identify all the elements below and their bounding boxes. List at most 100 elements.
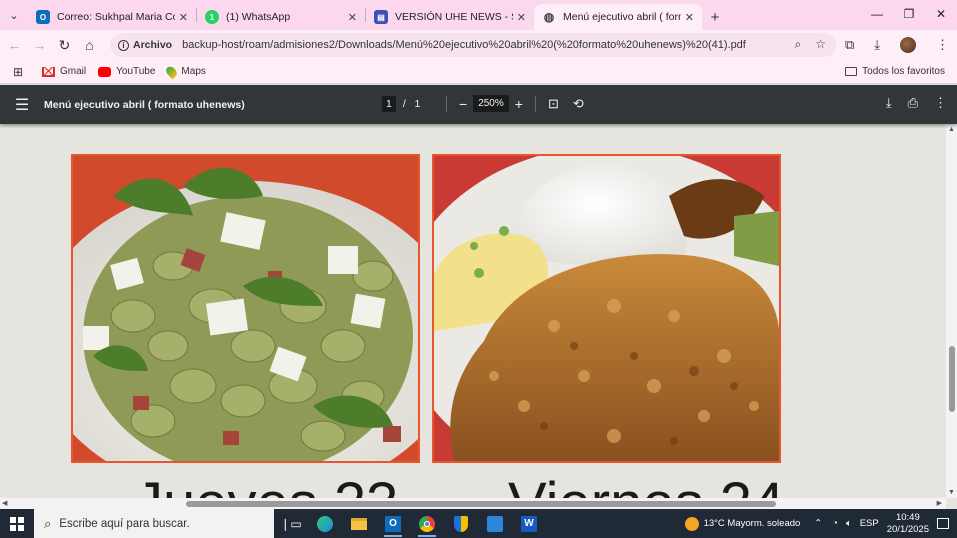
- reload-icon: ↻: [58, 36, 71, 53]
- tab-pdf-active[interactable]: ◍ Menú ejecutivo abril ( formato ✕: [534, 4, 702, 30]
- restore-button[interactable]: ❐: [893, 0, 925, 28]
- avatar[interactable]: [900, 37, 916, 53]
- download-icon[interactable]: ⤓: [874, 37, 880, 53]
- scroll-right-icon[interactable]: ▶: [937, 499, 942, 507]
- task-view-button[interactable]: ❘▭: [274, 509, 308, 538]
- day-heading-left: Jueves 23: [134, 470, 398, 498]
- task-view-icon: ❘▭: [280, 516, 302, 531]
- bookmark-youtube[interactable]: YouTube: [98, 66, 155, 77]
- tab-title: VERSIÓN UHE NEWS - Sitio web: [395, 11, 513, 23]
- back-button[interactable]: ←: [2, 37, 27, 53]
- menu-icon[interactable]: ☰: [0, 95, 44, 115]
- taskbar-whiteboard[interactable]: [478, 509, 512, 538]
- scroll-left-icon[interactable]: ◀: [2, 499, 7, 507]
- tab-search-button[interactable]: ⌄: [0, 0, 28, 30]
- windows-taskbar: ⌕ Escribe aquí para buscar. ❘▭ O W 13°C …: [0, 509, 957, 538]
- download-icon[interactable]: ⤓: [886, 95, 892, 111]
- weather-sun-icon: [684, 516, 699, 531]
- info-icon: i: [118, 39, 129, 51]
- chevron-up-icon[interactable]: ⌃: [814, 518, 822, 529]
- taskbar-edge[interactable]: [308, 509, 342, 538]
- reload-button[interactable]: ↻: [52, 37, 77, 54]
- taskbar-search-box[interactable]: ⌕ Escribe aquí para buscar.: [34, 509, 274, 538]
- minimize-button[interactable]: —: [861, 0, 893, 28]
- home-button[interactable]: ⌂: [77, 37, 102, 53]
- tab-outlook[interactable]: O Correo: Sukhpal Maria Cobo Vi ✕: [28, 4, 196, 30]
- start-button[interactable]: [0, 509, 34, 538]
- address-bar[interactable]: i Archivo backup-host/roam/admisiones2/Do…: [110, 33, 836, 57]
- arrow-right-icon: →: [32, 37, 47, 53]
- taskbar-word[interactable]: W: [512, 509, 546, 538]
- rotate-icon[interactable]: ⟲: [573, 96, 584, 112]
- gmail-icon: [42, 66, 55, 77]
- bookmark-star-icon[interactable]: ☆: [815, 37, 826, 52]
- globe-icon: ◍: [543, 10, 555, 24]
- close-window-button[interactable]: ✕: [925, 0, 957, 28]
- tab-whatsapp[interactable]: 1 (1) WhatsApp ✕: [197, 4, 365, 30]
- new-tab-button[interactable]: +: [702, 4, 728, 30]
- taskbar-security[interactable]: [444, 509, 478, 538]
- all-bookmarks-button[interactable]: Todos los favoritos: [845, 66, 945, 77]
- close-icon[interactable]: ✕: [517, 11, 526, 24]
- fit-page-icon[interactable]: ⊡: [548, 96, 559, 112]
- tab-uhe-news[interactable]: ▤ VERSIÓN UHE NEWS - Sitio web ✕: [366, 4, 534, 30]
- salad-illustration: [73, 156, 418, 461]
- zoom-level-input[interactable]: 250%: [473, 95, 509, 112]
- youtube-icon: [98, 66, 112, 77]
- clock[interactable]: 10:49 20/1/2025: [887, 512, 929, 536]
- site-icon: ▤: [374, 10, 388, 24]
- scroll-thumb[interactable]: [186, 501, 776, 507]
- fava-bean-salad-photo: [71, 154, 420, 463]
- search-icon: ⌕: [44, 515, 52, 531]
- extensions-icon[interactable]: ⧉: [845, 37, 854, 53]
- word-icon: W: [521, 515, 537, 532]
- windows-icon: [10, 516, 24, 531]
- print-icon[interactable]: ⎙: [908, 95, 918, 111]
- browser-toolbar: ← → ↻ ⌂ i Archivo backup-host/roam/admisi…: [0, 30, 957, 60]
- taskbar-explorer[interactable]: [342, 509, 376, 538]
- bookmark-maps[interactable]: Maps: [164, 64, 206, 79]
- pen-app-icon: [487, 515, 503, 532]
- zoom-out-icon[interactable]: −: [459, 96, 467, 112]
- breaded-cutlet-photo: [432, 154, 781, 463]
- vertical-scrollbar[interactable]: ▲ ▼: [946, 124, 957, 498]
- close-icon[interactable]: ✕: [179, 11, 188, 24]
- page-total: 1: [414, 98, 421, 110]
- system-tray: 13°C Mayorm. soleado ⌃ ◔ 🔈︎ ESP 10:49 20…: [684, 509, 957, 538]
- zoom-lens-icon[interactable]: ⌕: [795, 37, 802, 52]
- maps-pin-icon: [164, 64, 180, 79]
- folder-icon: [845, 67, 858, 76]
- taskbar-outlook[interactable]: O: [376, 509, 410, 538]
- close-icon[interactable]: ✕: [685, 11, 694, 24]
- home-icon: ⌂: [85, 37, 94, 53]
- forward-button[interactable]: →: [27, 37, 52, 53]
- scroll-thumb[interactable]: [949, 346, 955, 412]
- page-number-input[interactable]: 1: [382, 96, 396, 112]
- chevron-down-icon: ⌄: [9, 9, 19, 22]
- network-icon[interactable]: ◔: [832, 518, 838, 529]
- chrome-icon: [419, 515, 435, 532]
- more-vert-icon[interactable]: ⋮: [936, 37, 949, 53]
- edge-icon: [317, 515, 333, 532]
- page-selector: 1 / 1: [382, 96, 420, 112]
- weather-widget[interactable]: 13°C Mayorm. soleado: [684, 516, 800, 531]
- close-icon[interactable]: ✕: [348, 11, 357, 24]
- pdf-viewer[interactable]: Jueves 23 Viernes 24: [0, 124, 946, 498]
- apps-grid-icon[interactable]: ⊞: [0, 65, 36, 79]
- window-controls: — ❐ ✕: [861, 0, 957, 28]
- taskbar-chrome[interactable]: [410, 509, 444, 538]
- volume-icon[interactable]: 🔈︎: [846, 518, 852, 529]
- site-info-chip[interactable]: i Archivo: [118, 39, 172, 51]
- language-indicator[interactable]: ESP: [860, 518, 879, 529]
- scroll-up-icon[interactable]: ▲: [948, 126, 955, 133]
- plus-icon: +: [710, 8, 720, 26]
- notifications-icon[interactable]: [937, 518, 949, 529]
- horizontal-scrollbar[interactable]: ◀ ▶: [0, 498, 946, 509]
- shield-icon: [454, 515, 468, 532]
- cutlet-illustration: [434, 156, 779, 461]
- more-vert-icon[interactable]: ⋮: [934, 95, 947, 111]
- zoom-in-icon[interactable]: +: [515, 96, 523, 112]
- bookmark-gmail[interactable]: Gmail: [42, 66, 86, 77]
- outlook-icon: O: [385, 515, 401, 532]
- scroll-down-icon[interactable]: ▼: [948, 489, 955, 496]
